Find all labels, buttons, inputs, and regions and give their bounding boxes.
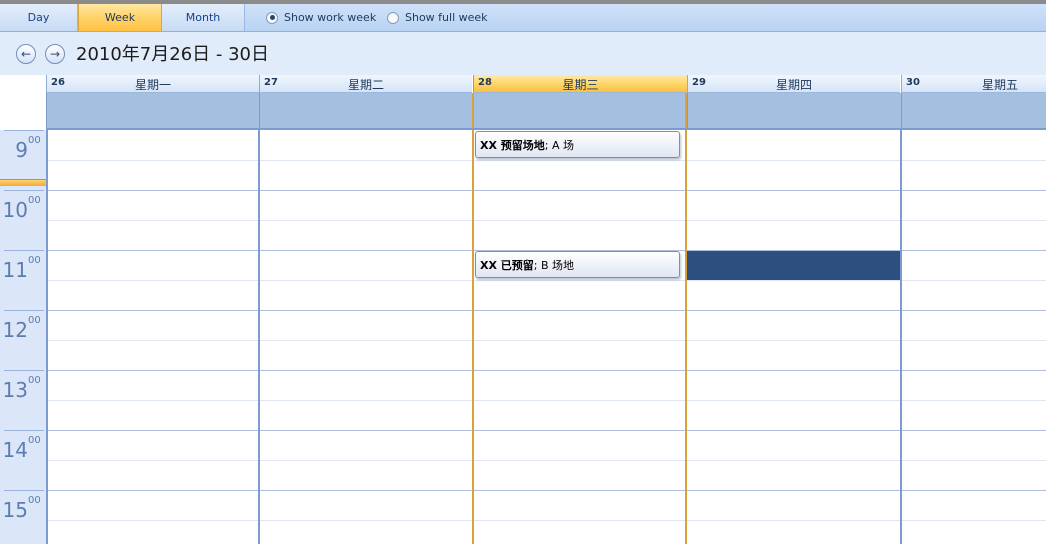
half-hour-line (46, 280, 1046, 281)
hour-line (46, 490, 1046, 491)
full-week-label: Show full week (405, 11, 488, 24)
hour-label: 12 00 (2, 310, 44, 371)
day-column-divider (900, 130, 902, 544)
busy-time-block[interactable] (687, 251, 900, 280)
tab-month[interactable]: Month (162, 4, 245, 31)
day-number: 30 (906, 77, 920, 88)
arrow-left-icon: ← (20, 47, 32, 61)
hour-minutes: 00 (28, 375, 41, 386)
current-time-marker (0, 179, 46, 186)
day-header-thu[interactable]: 29 星期四 (687, 75, 900, 93)
day-header-mon[interactable]: 26 星期一 (46, 75, 259, 93)
time-ruler: 9 00 10 00 11 00 12 00 13 00 14 00 15 00 (0, 130, 46, 544)
hour-label: 10 00 (2, 190, 44, 251)
all-day-cell[interactable] (901, 93, 1046, 128)
work-week-radio[interactable] (266, 11, 278, 24)
all-day-cell[interactable] (687, 93, 901, 128)
arrow-right-icon: → (49, 47, 61, 61)
day-column-divider (258, 130, 260, 544)
day-header-wed-today[interactable]: 28 星期三 (473, 75, 687, 93)
day-name: 星期四 (775, 78, 812, 92)
hour-line (46, 430, 1046, 431)
hour-minutes: 00 (28, 135, 41, 146)
hour-line (46, 190, 1046, 191)
hour-label: 14 00 (2, 430, 44, 491)
hour-minutes: 00 (28, 495, 41, 506)
hour-label: 15 00 (2, 490, 44, 551)
tab-day[interactable]: Day (0, 4, 78, 31)
day-header-row: 26 星期一 27 星期二 28 星期三 29 星期四 30 星期五 (46, 75, 1046, 129)
day-name: 星期二 (347, 78, 384, 92)
hour-number: 10 (2, 198, 28, 222)
all-day-cell[interactable] (259, 93, 473, 128)
hour-minutes: 00 (28, 255, 41, 266)
hour-minutes: 00 (28, 315, 41, 326)
week-grid[interactable]: XX 预留场地; A 场 XX 已预留; B 场地 (46, 130, 1046, 544)
appointment-location: ; A 场 (544, 139, 575, 152)
hour-label: 11 00 (2, 250, 44, 311)
hour-label: 13 00 (2, 370, 44, 431)
hour-number: 11 (2, 258, 28, 282)
show-full-week-option[interactable]: Show full week (387, 4, 488, 31)
hour-number: 12 (2, 318, 28, 342)
show-work-week-option[interactable]: Show work week (266, 4, 376, 31)
appointment-location: ; B 场地 (533, 259, 575, 272)
hour-number: 14 (2, 438, 28, 462)
hour-minutes: 00 (28, 435, 41, 446)
date-range-title: 2010年7月26日 - 30日 (76, 44, 270, 65)
next-week-button[interactable]: → (45, 44, 65, 64)
hour-line (46, 370, 1046, 371)
appointment-reserve-venue-a[interactable]: XX 预留场地; A 场 (475, 131, 680, 158)
half-hour-line (46, 400, 1046, 401)
half-hour-line (46, 460, 1046, 461)
full-week-radio[interactable] (387, 11, 399, 24)
half-hour-line (46, 220, 1046, 221)
half-hour-line (46, 520, 1046, 521)
today-column-border-left (472, 130, 474, 544)
appointment-reserved-venue-b[interactable]: XX 已预留; B 场地 (475, 251, 680, 278)
work-week-label: Show work week (284, 11, 377, 24)
all-day-cell[interactable] (46, 93, 259, 128)
day-name: 星期五 (982, 78, 1019, 92)
hour-minutes: 00 (28, 195, 41, 206)
half-hour-line (46, 340, 1046, 341)
appointment-title: XX 预留场地 (480, 139, 545, 152)
hour-number: 9 (15, 138, 28, 162)
all-day-cell-today[interactable] (472, 93, 687, 128)
previous-week-button[interactable]: ← (16, 44, 36, 64)
day-name: 星期一 (134, 78, 171, 92)
day-column-divider (46, 130, 48, 544)
tab-week[interactable]: Week (78, 4, 162, 31)
appointment-title: XX 已预留 (480, 259, 534, 272)
hour-number: 13 (2, 378, 28, 402)
day-name: 星期三 (562, 78, 599, 92)
day-header-fri[interactable]: 30 星期五 (901, 75, 1046, 93)
half-hour-line (46, 160, 1046, 161)
today-column-border-right (685, 130, 687, 544)
view-toolbar: Day Week Month (0, 4, 1046, 32)
hour-number: 15 (2, 498, 28, 522)
day-header-tue[interactable]: 27 星期二 (259, 75, 472, 93)
hour-line (46, 310, 1046, 311)
